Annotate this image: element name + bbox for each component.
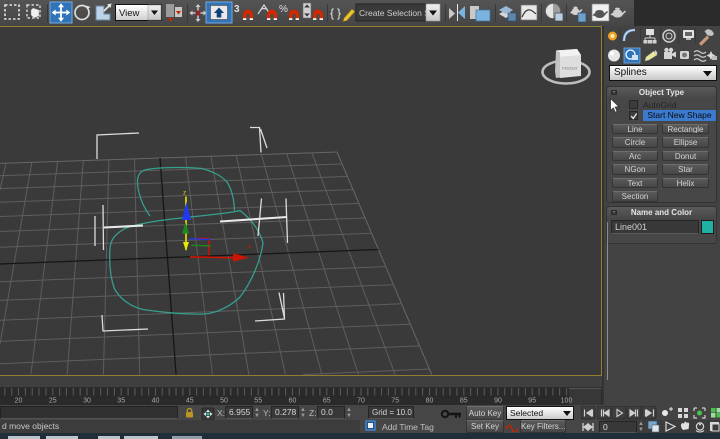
svg-text:85: 85	[460, 398, 468, 405]
svg-text:50: 50	[220, 398, 228, 405]
svg-text:%: %	[279, 4, 288, 15]
svg-text:30: 30	[83, 398, 91, 405]
svg-text:80: 80	[426, 398, 434, 405]
svg-text:View: View	[119, 8, 140, 19]
svg-text:40: 40	[152, 398, 160, 405]
svg-text:60: 60	[289, 398, 297, 405]
svg-text:95: 95	[528, 398, 536, 405]
svg-text:Create Selection S: Create Selection S	[359, 8, 430, 18]
svg-text:20: 20	[15, 398, 23, 405]
svg-text:}: }	[337, 6, 341, 20]
svg-text:25: 25	[49, 398, 57, 405]
svg-text:x: x	[248, 244, 252, 251]
svg-text:35: 35	[117, 398, 125, 405]
svg-text:z: z	[183, 190, 186, 197]
svg-text:100: 100	[561, 398, 573, 405]
svg-text:{: {	[330, 6, 334, 20]
svg-text:65: 65	[323, 398, 331, 405]
svg-text:55: 55	[254, 398, 262, 405]
svg-text:FRONT: FRONT	[562, 66, 578, 71]
svg-text:75: 75	[391, 398, 399, 405]
svg-text:90: 90	[494, 398, 502, 405]
svg-text:45: 45	[186, 398, 194, 405]
svg-text:70: 70	[357, 398, 365, 405]
svg-text:3: 3	[234, 4, 240, 15]
